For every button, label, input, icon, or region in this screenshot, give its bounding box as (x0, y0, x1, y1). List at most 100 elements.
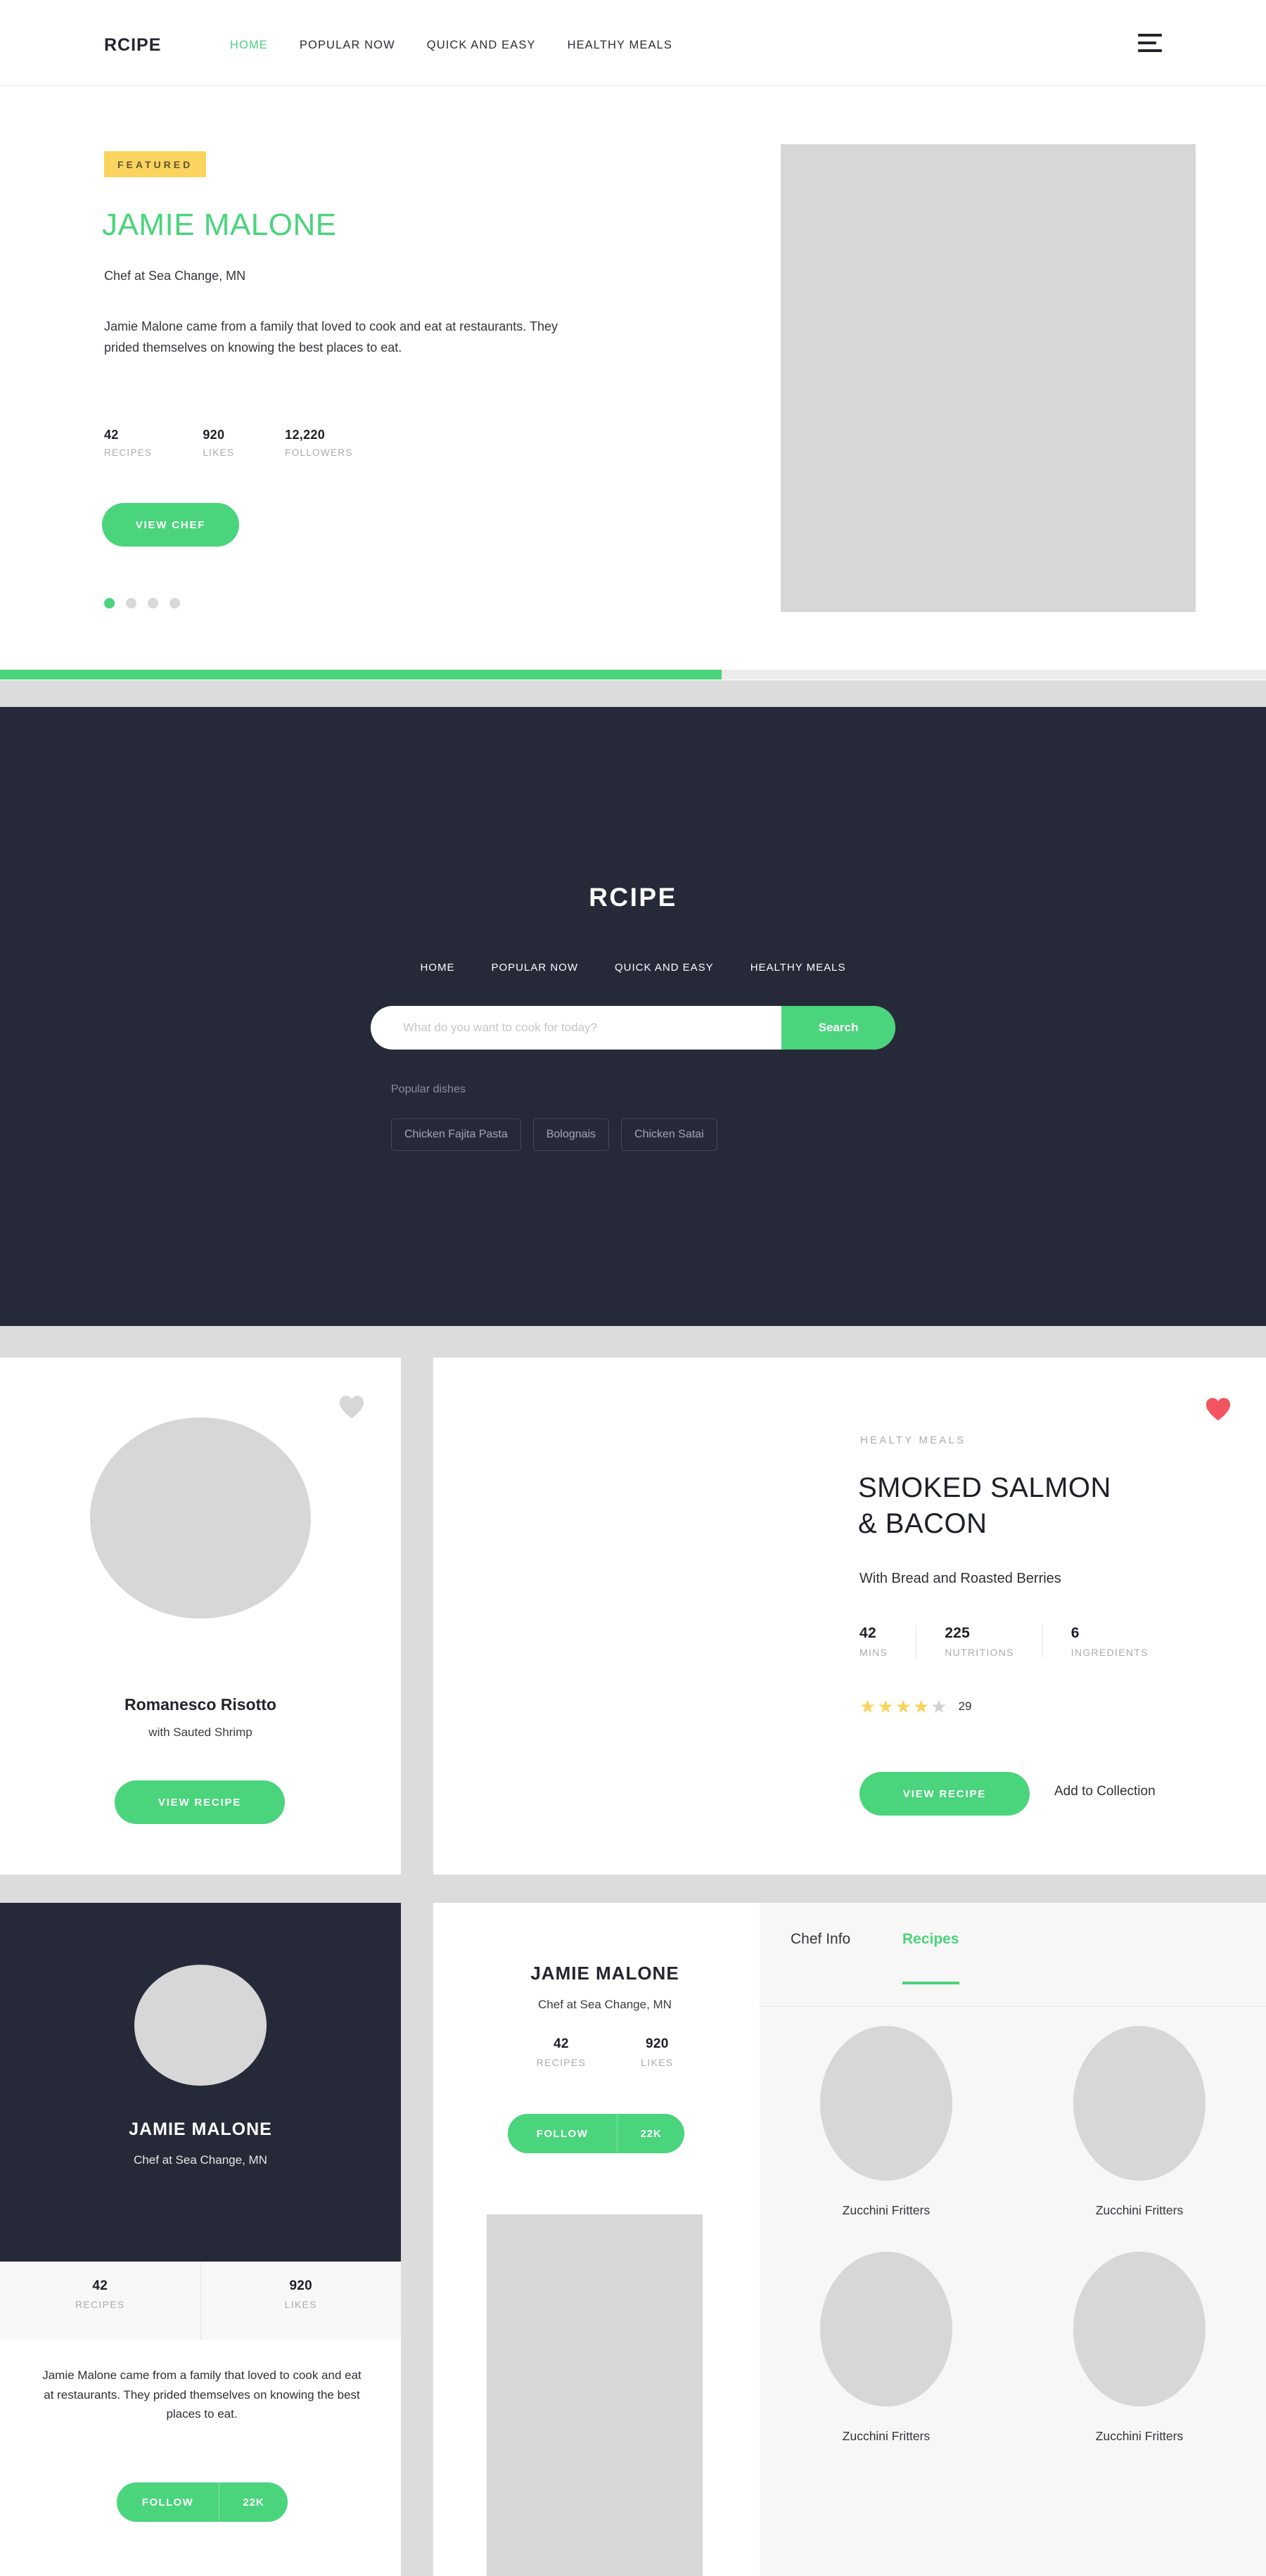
list-item[interactable]: Zucchini Fritters (1013, 2252, 1266, 2444)
stat-value: 12,220 (285, 428, 326, 442)
stat-recipes: 42 RECIPES (0, 2262, 201, 2340)
list-item[interactable]: Zucchini Fritters (760, 2026, 1013, 2218)
popular-dishes-label: Popular dishes (391, 1083, 466, 1095)
dark-nav-item-home[interactable]: HOME (420, 962, 454, 974)
stat-likes: 920 LIKES (201, 2262, 402, 2340)
recipe-name: Zucchini Fritters (842, 2203, 931, 2217)
popular-dishes-chips: Chicken Fajita Pasta Bolognais Chicken S… (391, 1118, 717, 1151)
dark-nav-item-healthy-meals[interactable]: HEALTHY MEALS (750, 962, 846, 974)
stat-label: INGREDIENTS (1070, 1647, 1149, 1658)
brand-logo[interactable]: RCIPE (104, 35, 161, 56)
list-item[interactable]: Zucchini Fritters (760, 2252, 1013, 2444)
stat-mins: 42 MINS (859, 1625, 917, 1658)
salmon-stats: 42 MINS 225 NUTRITIONS 6 INGREDIENTS (859, 1625, 1205, 1658)
dark-nav-item-quick-and-easy[interactable]: QUICK AND EASY (615, 962, 714, 974)
list-item[interactable]: Zucchini Fritters (1013, 2026, 1266, 2218)
stat-value: 920 (203, 428, 225, 442)
stat-nutritions: 225 NUTRITIONS (945, 1625, 1043, 1658)
stat-likes: 920 LIKES (203, 428, 234, 458)
stat-value: 42 (92, 2278, 108, 2293)
nav-item-popular-now[interactable]: POPULAR NOW (300, 39, 395, 52)
stat-value: 920 (645, 2036, 669, 2051)
featured-badge: FEATURED (104, 151, 207, 177)
view-chef-button[interactable]: VIEW CHEF (102, 503, 239, 547)
carousel-dot-4[interactable] (170, 598, 180, 608)
star-rating[interactable]: ★ ★ ★ ★ ★ 29 (859, 1697, 971, 1716)
rating-count: 29 (958, 1700, 972, 1713)
recipe-thumbnail (1073, 2252, 1206, 2406)
search-hero-logo: RCIPE (589, 883, 677, 912)
chef-card-dark-role: Chef at Sea Change, MN (134, 2153, 267, 2167)
hero-chef-name: JAMIE MALONE (102, 208, 337, 242)
stat-likes: 920 LIKES (641, 2036, 673, 2068)
add-to-collection-link[interactable]: Add to Collection (1054, 1784, 1156, 1799)
stat-label: LIKES (284, 2299, 317, 2310)
risotto-title: Romanesco Risotto (124, 1695, 276, 1714)
hero-chef-role: Chef at Sea Change, MN (104, 269, 246, 283)
follow-count: 22K (617, 2114, 684, 2153)
risotto-image (90, 1417, 311, 1619)
tab-chef-info[interactable]: Chef Info (791, 1931, 850, 1984)
recipe-name: Zucchini Fritters (1095, 2429, 1184, 2443)
avatar (134, 1965, 267, 2086)
follow-count: 22K (219, 2482, 288, 2522)
recipe-name: Zucchini Fritters (842, 2429, 931, 2443)
nav-item-quick-and-easy[interactable]: QUICK AND EASY (427, 39, 536, 52)
star-icon[interactable]: ★ (895, 1697, 912, 1716)
carousel-dot-2[interactable] (126, 598, 136, 608)
chip-chicken-fajita-pasta[interactable]: Chicken Fajita Pasta (391, 1118, 521, 1151)
stat-value: 42 (104, 428, 119, 442)
stat-label: RECIPES (536, 2057, 587, 2068)
salmon-title: SMOKED SALMON & BACON (858, 1470, 1252, 1542)
chef-card-mid-name: JAMIE MALONE (530, 1963, 679, 1984)
nav-item-healthy-meals[interactable]: HEALTHY MEALS (568, 39, 672, 52)
follow-label: FOLLOW (536, 2127, 589, 2140)
search-bar: Search (371, 1006, 895, 1050)
dark-nav-item-popular-now[interactable]: POPULAR NOW (491, 962, 578, 974)
carousel-dot-1[interactable] (104, 598, 115, 608)
stat-followers: 12,220 FOLLOWERS (285, 428, 352, 458)
follow-button-mid-card[interactable]: FOLLOW 22K (508, 2114, 684, 2153)
hamburger-bar (1138, 42, 1156, 44)
carousel-progress-track[interactable] (0, 670, 1266, 680)
carousel-progress-fill (0, 670, 722, 680)
chip-chicken-satai[interactable]: Chicken Satai (621, 1118, 717, 1151)
salmon-title-line2: & BACON (858, 1508, 987, 1540)
recipe-thumbnail-grid: Zucchini Fritters Zucchini Fritters Zucc… (760, 2026, 1266, 2444)
chef-card-mid-photo (487, 2214, 703, 2576)
chip-bolognais[interactable]: Bolognais (532, 1118, 610, 1151)
stat-value: 6 (1070, 1625, 1080, 1641)
star-icon[interactable]: ★ (859, 1697, 876, 1716)
search-hero-nav: HOME POPULAR NOW QUICK AND EASY HEALTHY … (0, 962, 1266, 974)
search-input[interactable] (371, 1006, 781, 1050)
tab-recipes[interactable]: Recipes (902, 1931, 959, 1984)
chef-card-mid-role: Chef at Sea Change, MN (538, 1998, 672, 2011)
star-icon[interactable]: ★ (877, 1697, 893, 1716)
carousel-dots (104, 598, 180, 608)
stat-value: 42 (554, 2036, 569, 2051)
risotto-view-recipe-button[interactable]: VIEW RECIPE (115, 1780, 285, 1824)
hamburger-bar (1138, 34, 1162, 37)
chef-card-mid-stats: 42 RECIPES 920 LIKES (433, 2036, 776, 2068)
hero-stats: 42 RECIPES 920 LIKES 12,220 FOLLOWERS (104, 428, 353, 458)
follow-button-dark-card[interactable]: FOLLOW 22K (117, 2482, 288, 2522)
stat-recipes: 42 RECIPES (104, 428, 152, 458)
hamburger-icon[interactable] (1138, 34, 1162, 52)
salmon-category: HEALTY MEALS (860, 1434, 966, 1446)
nav-item-home[interactable]: HOME (230, 39, 268, 52)
stat-recipes: 42 RECIPES (537, 2036, 587, 2068)
stat-label: RECIPES (104, 447, 153, 458)
recipe-thumbnail (1073, 2026, 1206, 2181)
search-button[interactable]: Search (781, 1006, 895, 1050)
stat-label: MINS (859, 1647, 888, 1658)
carousel-dot-3[interactable] (148, 598, 158, 608)
star-icon[interactable]: ★ (913, 1697, 929, 1716)
stat-value: 42 (859, 1625, 876, 1641)
star-icon-empty[interactable]: ★ (931, 1697, 947, 1716)
heart-outline-icon[interactable] (338, 1394, 366, 1420)
stat-value: 225 (945, 1625, 971, 1641)
chef-card-dark-name: JAMIE MALONE (129, 2119, 272, 2139)
heart-filled-icon[interactable] (1204, 1396, 1232, 1422)
follow-label: FOLLOW (141, 2496, 194, 2508)
salmon-view-recipe-button[interactable]: VIEW RECIPE (859, 1772, 1030, 1816)
